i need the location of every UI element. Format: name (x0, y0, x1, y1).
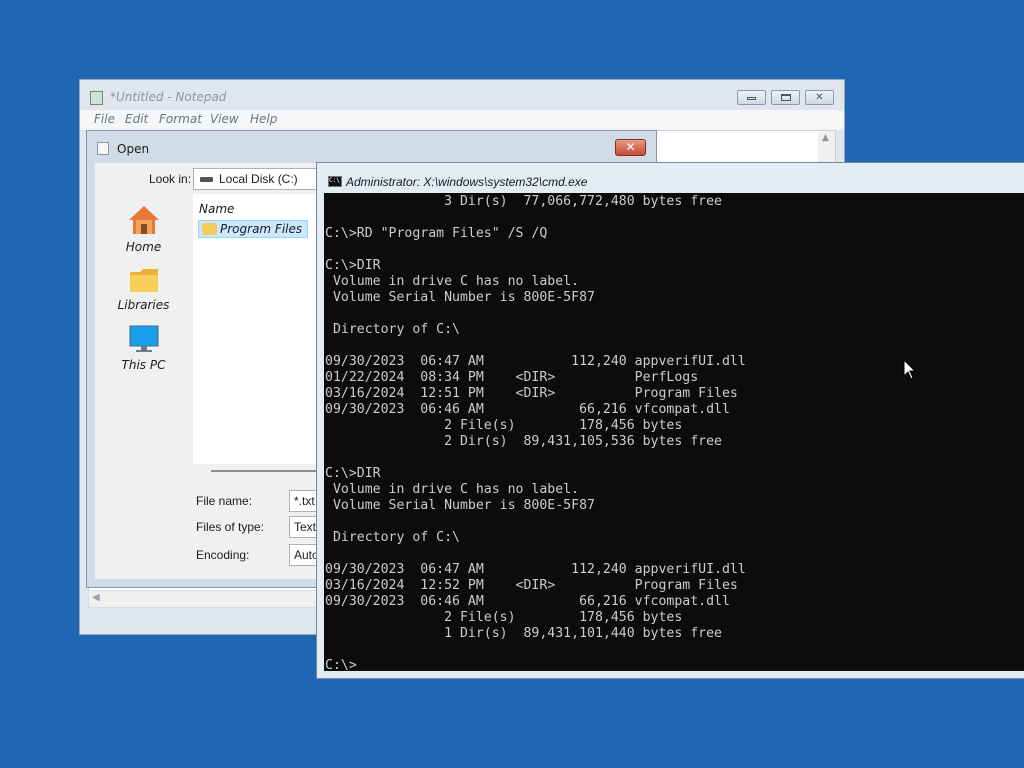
list-item-label: Program Files (220, 222, 303, 236)
places-bar: Home Libraries This PC (96, 194, 191, 464)
cmd-title: Administrator: X:\windows\system32\cmd.e… (346, 175, 588, 189)
console-line: C:\>RD "Program Files" /S /Q (325, 226, 548, 241)
minimize-button[interactable] (737, 90, 766, 105)
close-icon: ✕ (625, 140, 636, 154)
place-home-label: Home (125, 240, 162, 254)
close-button[interactable]: ✕ (805, 90, 834, 105)
menu-view[interactable]: View (210, 112, 239, 126)
monitor-icon (129, 325, 158, 352)
console-icon: C:\ (328, 176, 342, 187)
console-line: 2 File(s) 178,456 bytes (325, 610, 683, 625)
home-icon (128, 206, 159, 234)
console-line: 2 Dir(s) 89,431,105,536 bytes free (325, 434, 722, 449)
dialog-close-button[interactable]: ✕ (615, 139, 646, 156)
document-icon (97, 142, 109, 155)
console-output[interactable]: 3 Dir(s) 77,066,772,480 bytes free C:\>R… (324, 193, 1024, 674)
console-line: 01/22/2024 08:34 PM <DIR> PerfLogs (325, 370, 699, 385)
list-item[interactable]: Program Files (198, 220, 308, 238)
console-line: Volume in drive C has no label. (325, 274, 580, 289)
console-line: 3 Dir(s) 77,066,772,480 bytes free (325, 194, 722, 209)
notepad-titlebar[interactable]: *Untitled - Notepad ✕ (80, 80, 844, 110)
menu-help[interactable]: Help (250, 112, 277, 126)
drive-icon (200, 177, 213, 182)
notepad-menubar: File Edit Format View Help (80, 110, 844, 130)
encoding-label: Encoding: (196, 548, 250, 562)
console-line: 09/30/2023 06:47 AM 112,240 appverifUI.d… (325, 562, 746, 577)
console-line: 09/30/2023 06:47 AM 112,240 appverifUI.d… (325, 354, 746, 369)
folder-icon (202, 223, 217, 235)
file-name-label: File name: (196, 494, 253, 508)
scroll-left-icon[interactable]: ◀ (92, 592, 100, 603)
files-of-type-label: Files of type: (196, 520, 265, 534)
place-this-pc-label: This PC (121, 358, 166, 372)
console-line: 03/16/2024 12:52 PM <DIR> Program Files (325, 578, 738, 593)
mouse-pointer-icon (903, 359, 917, 380)
console-line: Directory of C:\ (325, 322, 460, 337)
console-line: Volume Serial Number is 800E-5F87 (325, 498, 595, 513)
menu-format[interactable]: Format (159, 112, 202, 126)
console-line: Volume in drive C has no label. (325, 482, 580, 497)
notepad-title: *Untitled - Notepad (110, 90, 227, 104)
look-in-label: Look in: (149, 172, 192, 186)
maximize-icon (780, 94, 791, 101)
minimize-icon (747, 97, 756, 100)
menu-edit[interactable]: Edit (125, 112, 148, 126)
place-libraries[interactable]: Libraries (96, 266, 191, 312)
close-icon: ✕ (815, 92, 824, 103)
files-of-type-value: Text (294, 520, 317, 534)
console-line: Directory of C:\ (325, 530, 460, 545)
look-in-value: Local Disk (C:) (219, 172, 298, 186)
file-name-value: *.txt (294, 494, 315, 508)
console-text: 3 Dir(s) 77,066,772,480 bytes free C:\>R… (325, 194, 746, 674)
maximize-button[interactable] (771, 90, 800, 105)
console-line: 2 File(s) 178,456 bytes (325, 418, 683, 433)
place-this-pc[interactable]: This PC (96, 324, 191, 372)
console-line: C:\>DIR (325, 466, 381, 481)
look-in-dropdown[interactable]: Local Disk (C:) (193, 168, 333, 190)
folder-icon (129, 269, 158, 292)
console-line: 03/16/2024 12:51 PM <DIR> Program Files (325, 386, 738, 401)
console-line: 09/30/2023 06:46 AM 66,216 vfcompat.dll (325, 402, 730, 417)
console-line: 1 Dir(s) 89,431,101,440 bytes free (325, 626, 722, 641)
console-line: Volume Serial Number is 800E-5F87 (325, 290, 595, 305)
place-home[interactable]: Home (96, 204, 191, 254)
cmd-titlebar[interactable]: C:\ Administrator: X:\windows\system32\c… (317, 163, 1024, 193)
console-line: 09/30/2023 06:46 AM 66,216 vfcompat.dll (325, 594, 730, 609)
open-dialog-titlebar[interactable]: Open ✕ (87, 131, 656, 163)
notepad-icon (90, 91, 103, 105)
scroll-up-icon[interactable]: ▲ (822, 133, 829, 143)
cmd-window[interactable]: C:\ Administrator: X:\windows\system32\c… (316, 162, 1024, 679)
open-dialog-title: Open (117, 142, 150, 156)
console-line: C:\> (325, 658, 357, 673)
place-libraries-label: Libraries (117, 298, 170, 312)
column-header-name[interactable]: Name (199, 202, 234, 216)
menu-file[interactable]: File (94, 112, 115, 126)
console-line: C:\>DIR (325, 258, 381, 273)
